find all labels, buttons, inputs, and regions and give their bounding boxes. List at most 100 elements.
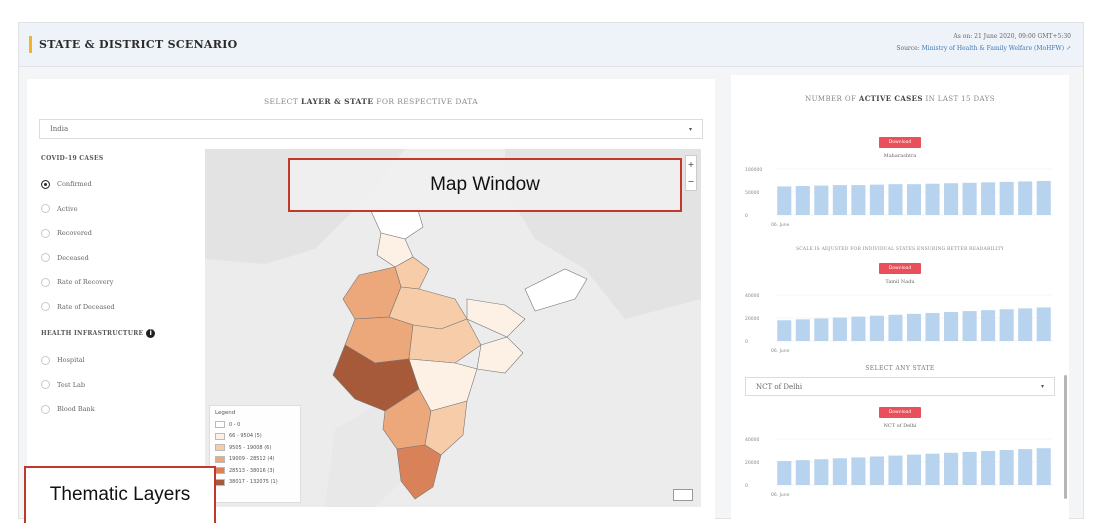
legend-label: 9505 - 19008 (6) xyxy=(229,444,272,451)
chart-bar[interactable] xyxy=(999,309,1014,341)
radio-button[interactable] xyxy=(41,355,50,365)
state-shape[interactable] xyxy=(524,268,588,312)
chart-bar[interactable] xyxy=(851,185,866,215)
chart-bar[interactable] xyxy=(999,181,1014,215)
page-title: STATE & DISTRICT SCENARIO xyxy=(39,38,238,51)
zoom-control[interactable]: + − xyxy=(685,155,697,191)
download-button[interactable]: Download xyxy=(879,137,921,148)
radio-button[interactable] xyxy=(41,253,50,263)
chart-bar[interactable] xyxy=(777,186,792,215)
chart-bar[interactable] xyxy=(944,312,959,341)
chart-bar[interactable] xyxy=(851,457,866,485)
radio-button[interactable] xyxy=(41,179,50,189)
chart-bar[interactable] xyxy=(944,183,959,215)
any-state-select[interactable]: NCT of Delhi ▾ xyxy=(745,377,1055,396)
chart-bar[interactable] xyxy=(962,182,977,215)
covid-option[interactable]: Rate of Recovery xyxy=(41,270,211,295)
chart-bar[interactable] xyxy=(832,317,847,341)
chart-bar[interactable] xyxy=(869,456,884,485)
heading-suffix: FOR RESPECTIVE DATA xyxy=(376,97,479,106)
panel-scrollbar[interactable] xyxy=(1064,375,1067,499)
radio-button[interactable] xyxy=(41,228,50,238)
option-label: Rate of Deceased xyxy=(57,302,115,311)
legend-swatch xyxy=(215,432,225,440)
chart-bar[interactable] xyxy=(999,450,1014,485)
chart-bar[interactable] xyxy=(944,452,959,485)
chart-bar[interactable] xyxy=(1036,180,1051,215)
chart-bar[interactable] xyxy=(925,453,940,485)
legend-swatch xyxy=(215,467,225,475)
chart-bar[interactable] xyxy=(869,184,884,215)
zoom-in-button[interactable]: + xyxy=(686,156,696,173)
chart-bar[interactable] xyxy=(777,461,792,485)
y-tick-label: 100000 xyxy=(745,167,762,173)
radio-button[interactable] xyxy=(41,204,50,214)
chart-bar[interactable] xyxy=(795,460,810,485)
download-button[interactable]: Download xyxy=(879,407,921,418)
radio-button[interactable] xyxy=(41,404,50,414)
info-icon[interactable]: i xyxy=(146,329,156,338)
chart-bar[interactable] xyxy=(981,182,996,215)
map-scale-bar xyxy=(673,489,693,501)
covid-option[interactable]: Rate of Deceased xyxy=(41,295,211,320)
infra-option[interactable]: Blood Bank xyxy=(41,397,211,422)
chart-bar[interactable] xyxy=(795,186,810,215)
title-accent-bar xyxy=(29,36,32,53)
chart-bar[interactable] xyxy=(1036,448,1051,485)
chart-bar[interactable] xyxy=(814,185,829,215)
chart-bar[interactable] xyxy=(962,311,977,341)
map-panel: SELECT LAYER & STATE FOR RESPECTIVE DATA… xyxy=(27,79,715,519)
radio-button[interactable] xyxy=(41,277,50,287)
chart-bar[interactable] xyxy=(888,314,903,341)
option-label: Confirmed xyxy=(57,180,92,189)
state-shape[interactable] xyxy=(466,298,526,338)
chart-bar[interactable] xyxy=(1018,449,1033,485)
legend-row: 9505 - 19008 (6) xyxy=(215,442,295,454)
chart-bar[interactable] xyxy=(888,184,903,215)
chevron-down-icon: ▾ xyxy=(688,125,692,133)
chart-bar[interactable] xyxy=(906,454,922,485)
chart-bar[interactable] xyxy=(906,313,922,341)
chart-bar[interactable] xyxy=(925,183,940,215)
x-tick-label: 06. June xyxy=(771,222,790,228)
chart-bar[interactable] xyxy=(851,316,866,341)
legend-swatch xyxy=(215,444,225,452)
download-button[interactable]: Download xyxy=(879,263,921,274)
chart-bar[interactable] xyxy=(962,451,977,485)
covid-option[interactable]: Deceased xyxy=(41,246,211,271)
health-infrastructure-group-title: HEALTH INFRASTRUCTURE i xyxy=(41,329,211,338)
covid-option[interactable]: Active xyxy=(41,197,211,222)
covid-option[interactable]: Confirmed xyxy=(41,172,211,197)
chart-bar[interactable] xyxy=(925,312,940,341)
chart-bar[interactable] xyxy=(869,315,884,341)
chart-bar[interactable] xyxy=(795,319,810,341)
chart-bar[interactable] xyxy=(888,455,903,485)
active-cases-chart: 40000 20000 0 06. June xyxy=(743,291,1057,355)
source-link[interactable]: Ministry of Health & Family Welfare (MoH… xyxy=(922,45,1064,52)
state-shape[interactable] xyxy=(476,336,524,374)
infra-option[interactable]: Hospital xyxy=(41,348,211,373)
chart-bar[interactable] xyxy=(981,310,996,341)
chart-bar[interactable] xyxy=(906,184,922,215)
zoom-out-button[interactable]: − xyxy=(686,173,696,190)
chart-bar[interactable] xyxy=(1036,307,1051,341)
chart-bar[interactable] xyxy=(1018,181,1033,215)
chart-bar[interactable] xyxy=(1018,308,1033,341)
option-label: Deceased xyxy=(57,253,89,262)
chart-bar[interactable] xyxy=(814,459,829,485)
chart-bar[interactable] xyxy=(981,450,996,485)
radio-button[interactable] xyxy=(41,380,50,390)
health-infrastructure-label: HEALTH INFRASTRUCTURE xyxy=(41,330,144,337)
option-label: Blood Bank xyxy=(57,405,95,414)
state-select[interactable]: India ▾ xyxy=(39,119,703,139)
chart-bar[interactable] xyxy=(832,458,847,485)
radio-button[interactable] xyxy=(41,302,50,312)
infra-option[interactable]: Test Lab xyxy=(41,373,211,398)
covid-option[interactable]: Recovered xyxy=(41,221,211,246)
chart-bar[interactable] xyxy=(814,318,829,341)
chart-bar[interactable] xyxy=(832,185,847,215)
map-panel-heading: SELECT LAYER & STATE FOR RESPECTIVE DATA xyxy=(27,97,715,106)
health-infrastructure-options: Hospital Test Lab Blood Bank xyxy=(41,348,211,422)
chart-bar[interactable] xyxy=(777,320,792,341)
state-shape[interactable] xyxy=(396,444,442,500)
